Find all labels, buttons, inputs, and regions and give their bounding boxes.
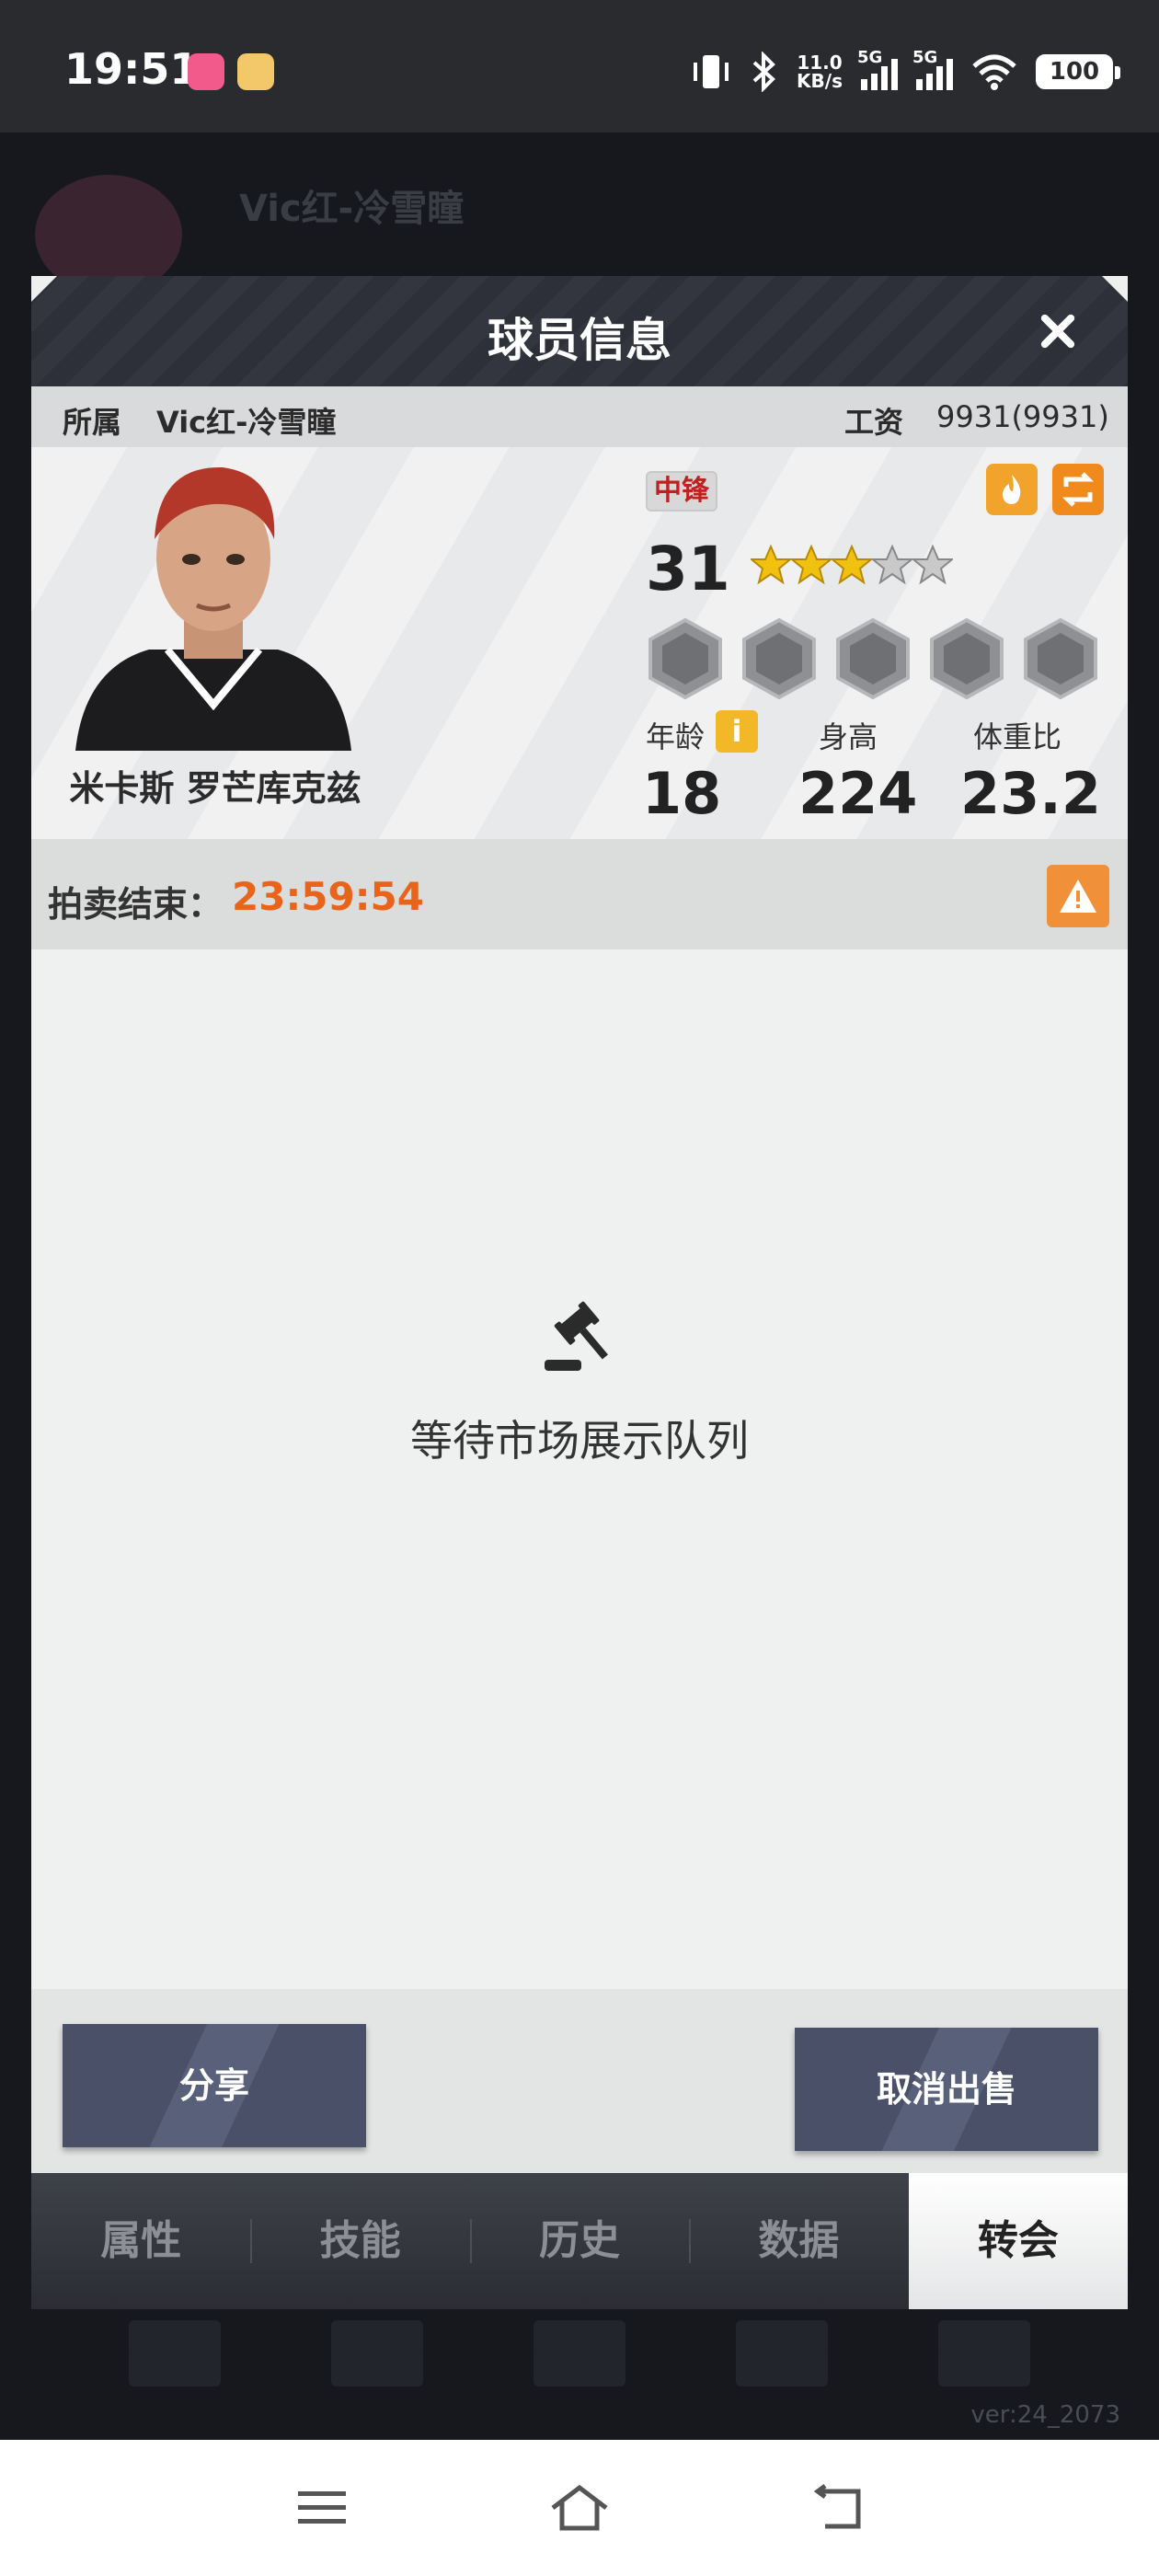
background-row-2 — [74, 2350, 1085, 2390]
version-label: ver:24_2073 — [970, 2401, 1120, 2429]
home-icon — [551, 2484, 608, 2531]
empty-state-text: 等待市场展示队列 — [410, 1416, 749, 1466]
star-rating — [751, 539, 953, 591]
salary-value: 9931(9931) — [936, 399, 1109, 434]
star-empty-icon — [872, 544, 912, 585]
trade-swap-button[interactable] — [1052, 464, 1104, 515]
status-time: 19:51 — [64, 44, 200, 94]
fire-icon — [1003, 475, 1021, 504]
player-portrait — [75, 466, 351, 751]
player-name: 米卡斯 罗芒库克兹 — [69, 768, 361, 809]
star-icon — [832, 544, 872, 585]
hexagon-slot-icon — [742, 618, 816, 699]
modal-header: 球员信息 — [31, 276, 1128, 386]
signal-icon: 5G — [857, 48, 898, 90]
player-panel: 米卡斯 罗芒库克兹 中锋 31 年龄 i 身高 体重比 18 224 23.2 — [31, 447, 1128, 839]
hexagon-slot-icon — [648, 618, 722, 699]
tab-attributes[interactable]: 属性 — [31, 2173, 250, 2309]
star-icon — [791, 544, 832, 585]
navigation-bar — [0, 2440, 1159, 2576]
tab-skills[interactable]: 技能 — [250, 2173, 469, 2309]
report-button[interactable] — [1047, 865, 1109, 927]
cancel-sale-button[interactable]: 取消出售 — [795, 2028, 1098, 2151]
fire-button[interactable] — [986, 464, 1038, 515]
team-title: Vic红-冷雪瞳 — [239, 188, 465, 230]
tab-stats[interactable]: 数据 — [689, 2173, 908, 2309]
weight-value: 23.2 — [960, 760, 1101, 827]
gavel-icon — [545, 1301, 608, 1371]
team-value: Vic红-冷雪瞳 — [156, 405, 337, 440]
age-info-icon[interactable]: i — [716, 710, 758, 753]
status-bar: 19:51 11.0 KB/s 5G 5G 100 — [0, 0, 1159, 132]
share-button[interactable]: 分享 — [63, 2024, 366, 2147]
market-content: 等待市场展示队列 — [31, 949, 1128, 1989]
team-salary-bar: 所属 Vic红-冷雪瞳 工资 9931(9931) — [31, 386, 1128, 447]
bluetooth-icon — [752, 52, 775, 92]
star-empty-icon — [912, 544, 953, 585]
swap-icon — [1061, 472, 1095, 507]
skill-slots — [648, 618, 1098, 699]
signal-icon-2: 5G — [912, 48, 953, 90]
height-label: 身高 — [819, 719, 878, 754]
auction-bar: 拍卖结束： 23:59:54 — [31, 839, 1128, 949]
age-value: 18 — [642, 760, 722, 827]
wifi-icon — [972, 54, 1016, 90]
modal-title: 球员信息 — [488, 314, 671, 367]
player-rating: 31 — [646, 534, 730, 604]
hexagon-slot-icon — [930, 618, 1004, 699]
auction-countdown: 23:59:54 — [232, 874, 424, 919]
player-info-modal: 球员信息 所属 Vic红-冷雪瞳 工资 9931(9931) 米卡斯 罗芒库克兹… — [31, 276, 1129, 2309]
home-nav-button[interactable] — [547, 2480, 612, 2536]
tab-history[interactable]: 历史 — [469, 2173, 689, 2309]
auction-end-label: 拍卖结束： — [48, 884, 224, 925]
action-bar: 分享 取消出售 — [31, 1989, 1128, 2173]
back-nav-button[interactable] — [806, 2480, 870, 2536]
tab-transfer[interactable]: 转会 — [908, 2173, 1129, 2309]
hexagon-slot-icon — [836, 618, 910, 699]
hexagon-slot-icon — [1024, 618, 1097, 699]
star-icon — [751, 544, 791, 585]
back-icon — [813, 2484, 861, 2529]
position-badge: 中锋 — [646, 471, 717, 512]
age-label: 年龄 — [646, 719, 706, 754]
team-label: 所属 — [63, 405, 122, 440]
network-speed: 11.0 KB/s — [797, 52, 843, 92]
vibrate-icon — [694, 55, 729, 88]
bilibili-app-icon — [188, 53, 224, 90]
tab-bar: 属性 技能 历史 数据 转会 — [31, 2173, 1129, 2309]
weight-label: 体重比 — [973, 719, 1062, 754]
menu-icon — [298, 2491, 346, 2524]
status-icons: 11.0 KB/s 5G 5G 100 — [690, 46, 1120, 98]
battery-icon: 100 — [1036, 54, 1120, 89]
menu-nav-button[interactable] — [290, 2480, 354, 2536]
close-button[interactable] — [1032, 305, 1084, 357]
salary-label: 工资 — [844, 405, 904, 440]
height-value: 224 — [798, 760, 918, 827]
warning-icon — [1060, 880, 1096, 913]
game-app-icon — [237, 53, 274, 90]
